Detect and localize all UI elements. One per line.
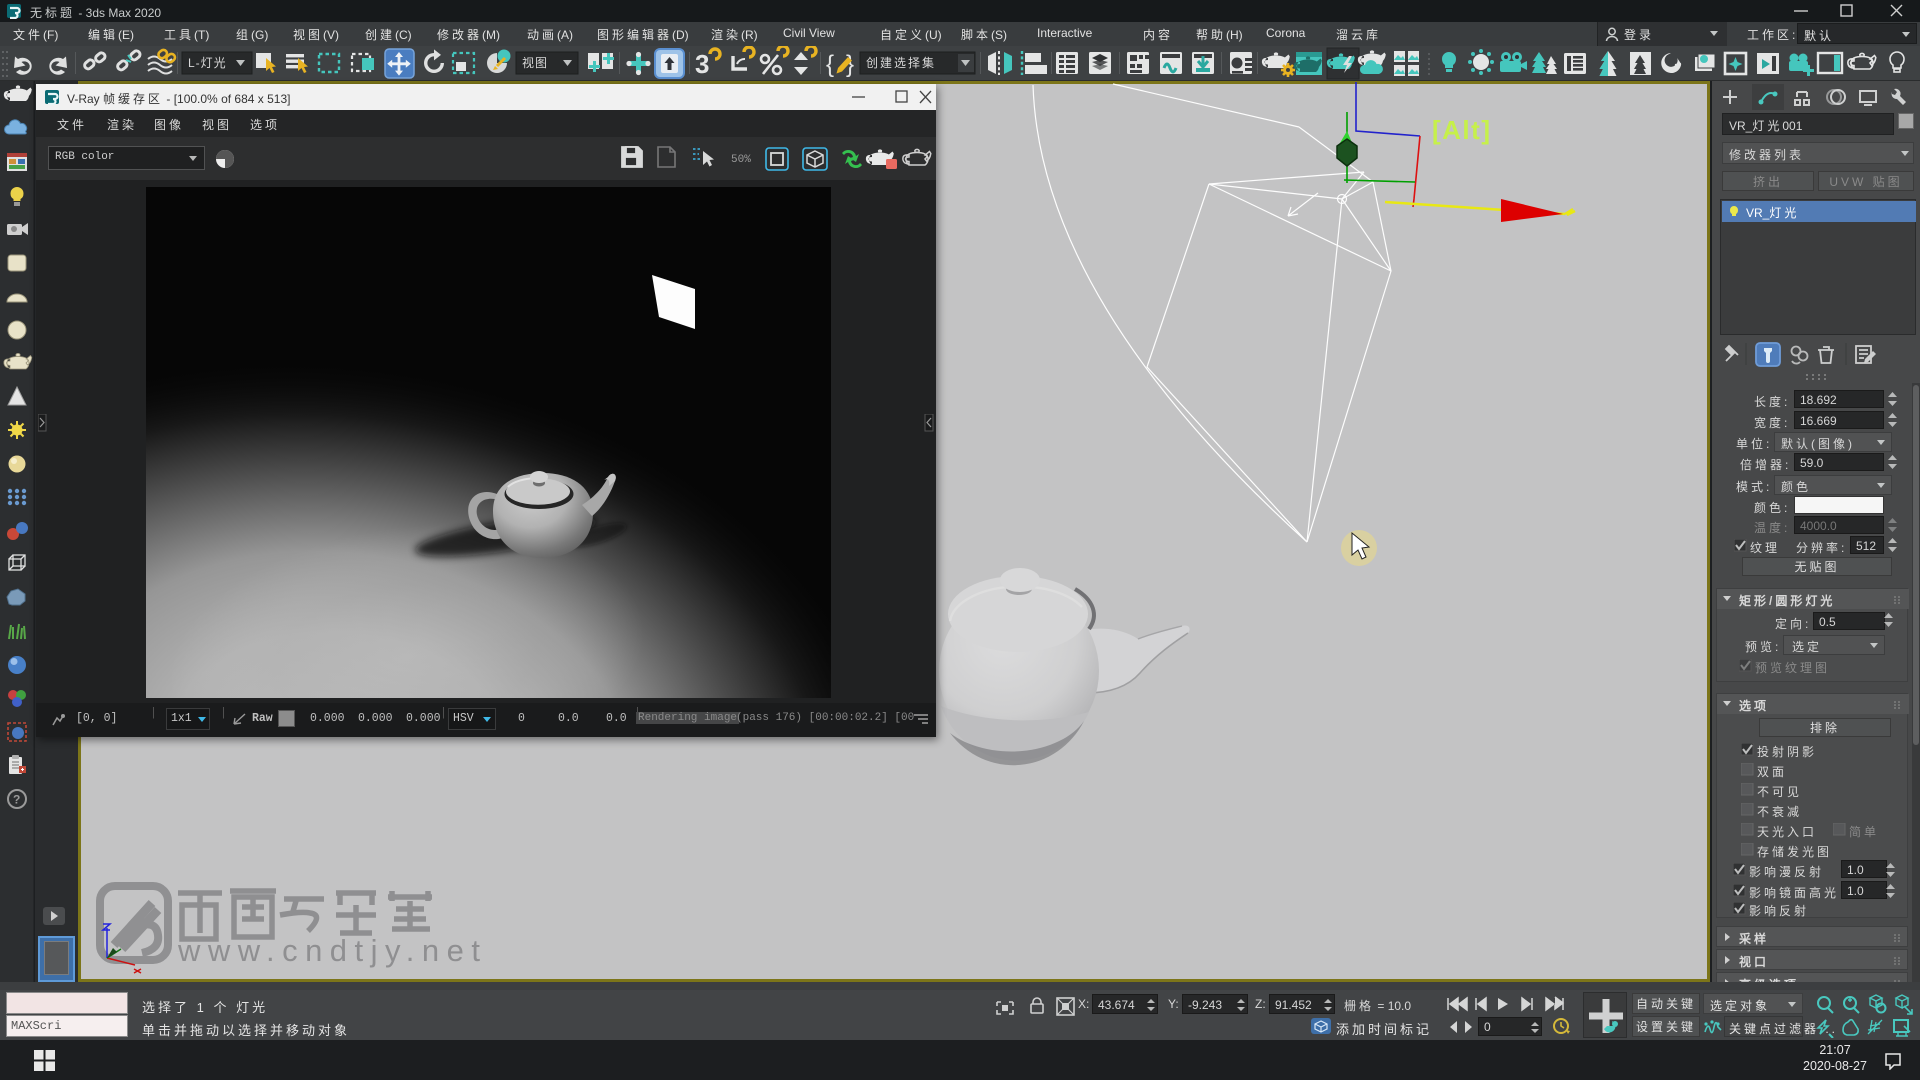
svg-text:{: {	[826, 51, 834, 78]
svg-text:L-灯光: L-灯光	[188, 56, 227, 70]
svg-text:[Alt]: [Alt]	[1432, 115, 1491, 145]
svg-text:3: 3	[695, 49, 709, 79]
svg-text:创建选择集: 创建选择集	[866, 55, 936, 70]
svg-text:视图: 视图	[522, 55, 548, 70]
svg-text:?: ?	[13, 793, 20, 807]
svg-text:50%: 50%	[731, 154, 751, 166]
svg-text:www.cndtjy.net: www.cndtjy.net	[177, 933, 487, 968]
